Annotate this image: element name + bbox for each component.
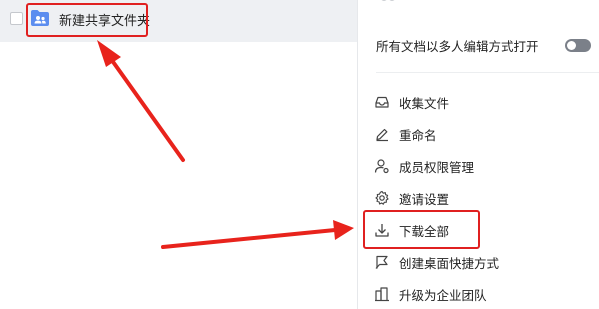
menu-label-desktop-shortcut: 创建桌面快捷方式 xyxy=(399,256,500,271)
screen: 新建共享文件夹 所有文档以多人编辑方式打开 收集文件 重命名 成员权限管理 邀请… xyxy=(0,0,599,309)
annotation-box-folder xyxy=(26,3,148,37)
menu-item-invite-settings[interactable]: 邀请设置 xyxy=(374,187,574,209)
menu-label-member-permissions: 成员权限管理 xyxy=(399,160,475,175)
multi-edit-toggle[interactable] xyxy=(565,39,591,52)
annotation-box-download xyxy=(363,210,480,249)
menu-item-rename[interactable]: 重命名 xyxy=(374,123,574,145)
menu-item-upgrade-team[interactable]: 升级为企业团队 xyxy=(374,283,574,305)
menu-label-collect-files: 收集文件 xyxy=(399,96,450,111)
toggle-knob xyxy=(567,41,576,50)
inbox-icon xyxy=(375,96,389,108)
folder-options-panel: 所有文档以多人编辑方式打开 收集文件 重命名 成员权限管理 邀请设置 下载全部 … xyxy=(358,0,599,309)
menu-label-invite-settings: 邀请设置 xyxy=(399,192,450,207)
building-icon xyxy=(375,287,389,302)
shortcut-icon xyxy=(375,255,388,269)
arrow-to-download xyxy=(161,220,354,249)
multi-edit-label: 所有文档以多人编辑方式打开 xyxy=(376,39,539,54)
user-settings-icon xyxy=(374,159,389,174)
arrow-to-folder xyxy=(97,40,185,162)
menu-label-rename: 重命名 xyxy=(399,128,437,143)
avatar-group-icon xyxy=(381,0,395,1)
pencil-icon xyxy=(376,128,388,142)
menu-item-member-permissions[interactable]: 成员权限管理 xyxy=(374,155,574,177)
gear-icon xyxy=(375,190,389,205)
panel-separator xyxy=(376,72,599,73)
menu-label-upgrade-team: 升级为企业团队 xyxy=(399,288,487,303)
row-checkbox[interactable] xyxy=(10,12,23,25)
menu-item-collect-files[interactable]: 收集文件 xyxy=(374,91,574,113)
menu-item-desktop-shortcut[interactable]: 创建桌面快捷方式 xyxy=(374,251,574,273)
